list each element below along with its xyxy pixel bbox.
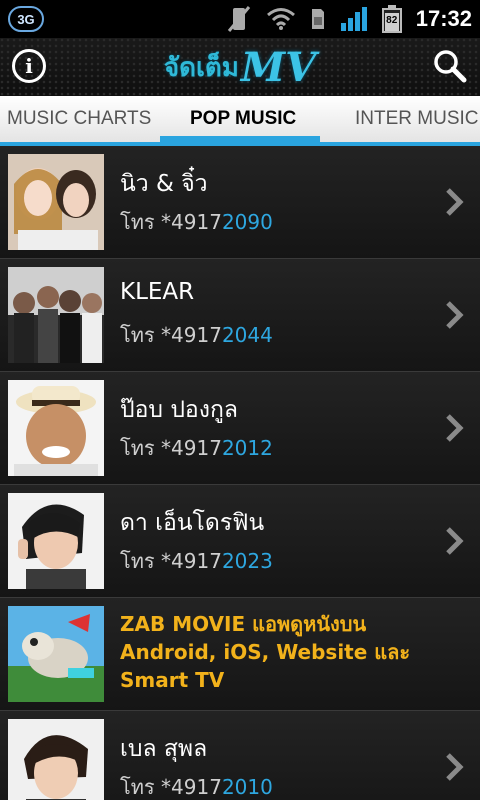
chevron-right-icon (446, 414, 464, 442)
list-item[interactable]: KLEAR โทร *49172044 (0, 259, 480, 372)
promo-text: ZAB MOVIE แอพดูหนังบน Android, iOS, Webs… (120, 610, 460, 694)
list-item[interactable]: นิว & จิ๋ว โทร *49172090 (0, 146, 480, 259)
wifi-icon (266, 8, 295, 30)
category-tabs: MUSIC CHARTS POP MUSIC INTER MUSIC (0, 96, 480, 146)
list-item[interactable]: ป๊อบ ปองกูล โทร *49172012 (0, 372, 480, 485)
chevron-right-icon (446, 188, 464, 216)
network-3g-icon: 3G (8, 6, 44, 32)
artist-name: KLEAR (120, 279, 195, 305)
tab-music-charts[interactable]: MUSIC CHARTS (7, 96, 151, 142)
artist-thumbnail (8, 154, 104, 250)
artist-thumbnail (8, 493, 104, 589)
search-icon[interactable] (432, 48, 468, 84)
status-icons: 82 17:32 (226, 0, 472, 38)
promo-line: ZAB MOVIE แอพดูหนังบน (120, 612, 367, 636)
status-time: 17:32 (415, 6, 472, 31)
artist-name: นิว & จิ๋ว (120, 171, 208, 197)
app-header: i จัดเต็ม MV (0, 38, 480, 96)
promo-line: Android, iOS, Website และ (120, 640, 411, 664)
promo-banner[interactable]: ZAB MOVIE แอพดูหนังบน Android, iOS, Webs… (0, 598, 480, 711)
chevron-right-icon (446, 527, 464, 555)
chevron-right-icon (446, 301, 464, 329)
logo-mv-text: MV (240, 43, 317, 91)
info-icon[interactable]: i (12, 49, 46, 83)
logo-thai-text: จัดเต็ม (163, 52, 239, 83)
signal-icon (340, 7, 367, 31)
dial-code: โทร *49172090 (120, 210, 273, 234)
artist-list: นิว & จิ๋ว โทร *49172090 KLEAR โทร *4917… (0, 146, 480, 800)
dial-code: โทร *49172023 (120, 549, 273, 573)
battery-icon: 82 (381, 5, 402, 33)
promo-thumbnail (8, 606, 104, 702)
status-bar: 3G 82 17:32 (0, 0, 480, 38)
dial-code: โทร *49172012 (120, 436, 273, 460)
artist-name: เบล สุพล (120, 736, 208, 762)
sim-icon (311, 9, 324, 29)
artist-thumbnail (8, 380, 104, 476)
vibrate-off-icon (227, 6, 250, 32)
artist-name: ดา เอ็นโดรฟิน (120, 510, 265, 536)
app-logo: จัดเต็ม MV (150, 40, 330, 94)
tab-inter-music[interactable]: INTER MUSIC (355, 96, 479, 142)
artist-thumbnail (8, 719, 104, 800)
chevron-right-icon (446, 753, 464, 781)
artist-name: ป๊อบ ปองกูล (120, 397, 238, 423)
dial-code: โทร *49172010 (120, 775, 273, 799)
battery-level: 82 (386, 15, 398, 26)
promo-line: Smart TV (120, 668, 225, 692)
list-item[interactable]: ดา เอ็นโดรฟิน โทร *49172023 (0, 485, 480, 598)
list-item[interactable]: เบล สุพล โทร *49172010 (0, 711, 480, 800)
dial-code: โทร *49172044 (120, 323, 273, 347)
active-tab-indicator (160, 136, 320, 142)
artist-thumbnail (8, 267, 104, 363)
